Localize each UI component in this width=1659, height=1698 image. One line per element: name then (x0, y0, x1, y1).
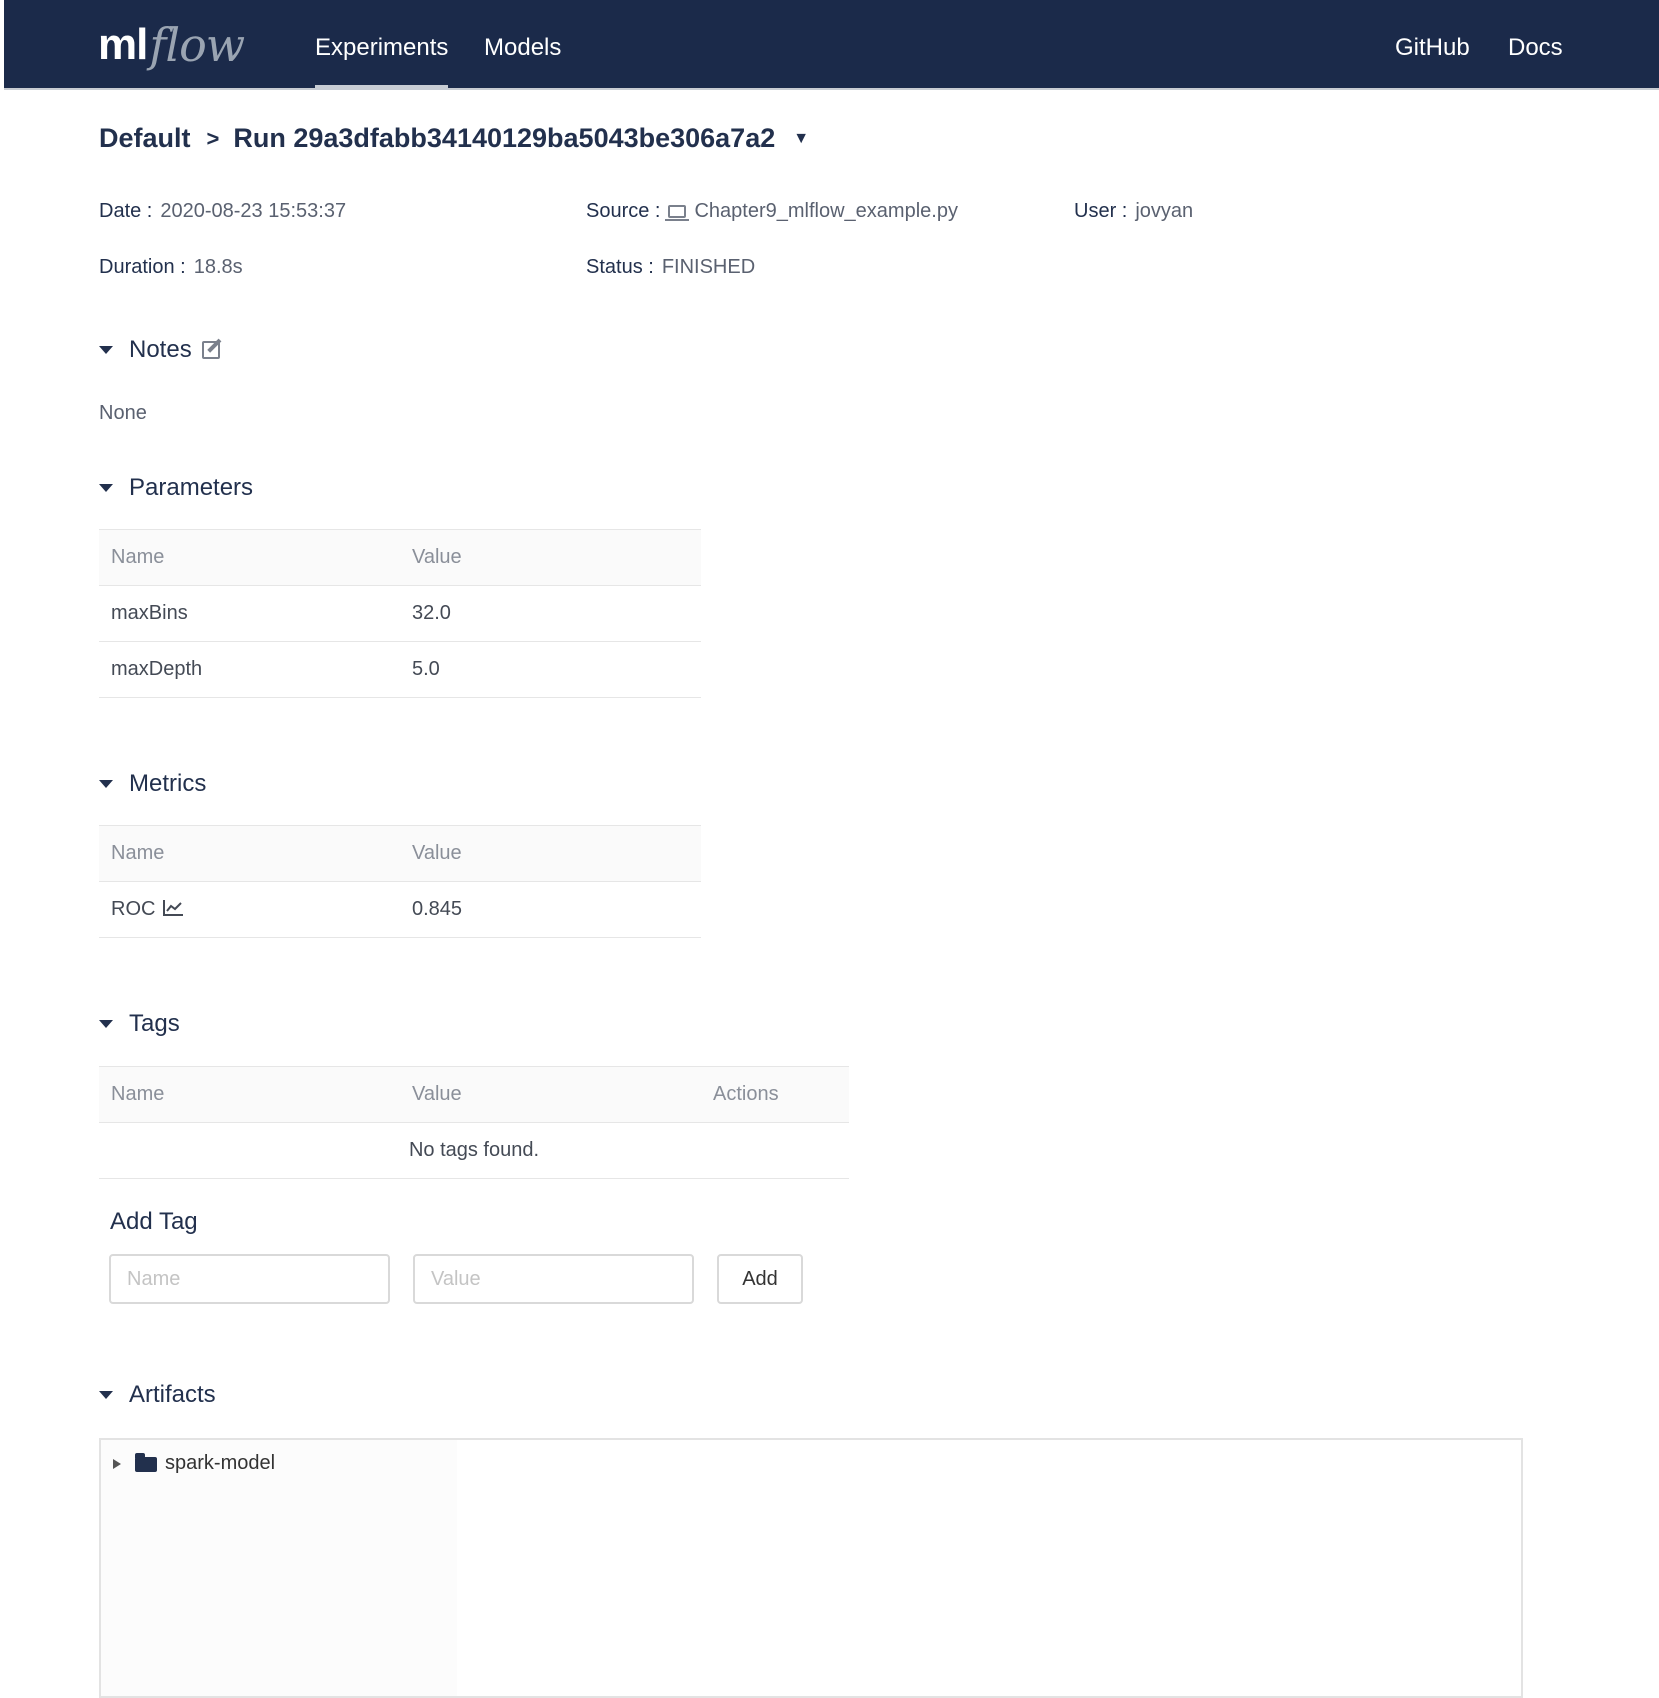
caret-down-icon (99, 1391, 113, 1399)
run-date-label: Date : (99, 200, 153, 222)
github-link[interactable]: GitHub (1395, 0, 1470, 90)
add-tag-button[interactable]: Add (717, 1254, 803, 1304)
run-user-label: User : (1074, 200, 1128, 222)
table-row: maxDepth 5.0 (99, 641, 701, 698)
column-header-name[interactable]: Name (99, 529, 400, 586)
column-header-name[interactable]: Name (99, 1066, 400, 1123)
run-user-value: jovyan (1135, 200, 1194, 222)
parameters-section-header[interactable]: Parameters (99, 474, 253, 502)
run-status-label: Status : (586, 256, 654, 278)
column-header-actions: Actions (701, 1066, 849, 1123)
chevron-down-icon[interactable]: ▼ (793, 130, 809, 148)
empty-state-text: No tags found. (99, 1122, 849, 1179)
run-status-value: FINISHED (661, 256, 756, 278)
artifact-folder-item[interactable]: spark-model (113, 1452, 275, 1475)
tag-name-input[interactable] (109, 1254, 390, 1304)
table-row: maxBins 32.0 (99, 585, 701, 642)
param-value: 5.0 (400, 641, 701, 698)
table-header-row: Name Value Actions (99, 1066, 849, 1123)
column-header-value[interactable]: Value (400, 825, 701, 882)
notes-section-header[interactable]: Notes (99, 336, 220, 364)
caret-down-icon (99, 484, 113, 492)
run-date-value: 2020-08-23 15:53:37 (160, 200, 347, 222)
metrics-table: Name Value ROC 0.845 (99, 825, 701, 938)
metric-name[interactable]: ROC (111, 898, 155, 920)
page-title: Run 29a3dfabb34140129ba5043be306a7a2 (233, 123, 776, 153)
folder-icon (135, 1453, 157, 1472)
edit-icon[interactable] (201, 341, 220, 359)
notes-title: Notes (129, 336, 192, 363)
tab-experiments[interactable]: Experiments (315, 0, 449, 90)
tag-value-input[interactable] (413, 1254, 694, 1304)
run-duration-label: Duration : (99, 256, 186, 278)
parameters-title: Parameters (129, 474, 254, 501)
table-row: No tags found. (99, 1122, 849, 1179)
artifact-tree: spark-model (101, 1440, 457, 1696)
metrics-section-header[interactable]: Metrics (99, 770, 206, 798)
tab-models[interactable]: Models (484, 0, 561, 90)
tags-section-header[interactable]: Tags (99, 1010, 180, 1038)
param-value: 32.0 (400, 585, 701, 642)
metrics-title: Metrics (129, 770, 207, 797)
run-duration: Duration : 18.8s (99, 256, 243, 279)
caret-right-icon[interactable] (113, 1458, 121, 1469)
table-header-row: Name Value (99, 529, 701, 586)
logo-ml-text: ml (98, 20, 148, 69)
artifact-browser: spark-model (99, 1438, 1523, 1698)
logo-flow-text: flow (149, 18, 245, 72)
run-status: Status : FINISHED (586, 256, 755, 279)
run-source-label: Source : (586, 200, 661, 222)
mlflow-logo[interactable]: ml flow (98, 10, 245, 80)
parameters-table: Name Value maxBins 32.0 maxDepth 5.0 (99, 529, 701, 698)
breadcrumb: Default > Run 29a3dfabb34140129ba5043be3… (99, 123, 809, 154)
chevron-right-icon: > (206, 125, 220, 151)
run-user: User : jovyan (1074, 200, 1193, 223)
param-name: maxBins (99, 585, 400, 642)
run-duration-value: 18.8s (193, 256, 243, 278)
top-navigation-bar: ml flow Experiments Models GitHub Docs (4, 0, 1659, 90)
tags-title: Tags (129, 1010, 180, 1037)
metric-name-cell: ROC (99, 881, 400, 938)
breadcrumb-experiment-link[interactable]: Default (99, 123, 191, 154)
column-header-name[interactable]: Name (99, 825, 400, 882)
table-row: ROC 0.845 (99, 881, 701, 938)
column-header-value[interactable]: Value (400, 529, 701, 586)
artifact-folder-label: spark-model (165, 1452, 276, 1474)
column-header-value[interactable]: Value (400, 1066, 701, 1123)
metric-value: 0.845 (400, 881, 701, 938)
table-header-row: Name Value (99, 825, 701, 882)
docs-link[interactable]: Docs (1508, 0, 1563, 90)
param-name: maxDepth (99, 641, 400, 698)
run-source: Source : Chapter9_mlflow_example.py (586, 200, 958, 223)
artifacts-title: Artifacts (129, 1381, 216, 1408)
laptop-icon (665, 205, 690, 221)
line-chart-icon[interactable] (163, 900, 184, 916)
notes-content: None (99, 402, 147, 424)
caret-down-icon (99, 1020, 113, 1028)
tags-table: Name Value Actions No tags found. (99, 1066, 849, 1179)
artifacts-section-header[interactable]: Artifacts (99, 1381, 216, 1409)
run-date: Date : 2020-08-23 15:53:37 (99, 200, 346, 223)
caret-down-icon (99, 346, 113, 354)
run-source-value: Chapter9_mlflow_example.py (694, 200, 958, 222)
caret-down-icon (99, 780, 113, 788)
add-tag-title: Add Tag (110, 1208, 198, 1235)
